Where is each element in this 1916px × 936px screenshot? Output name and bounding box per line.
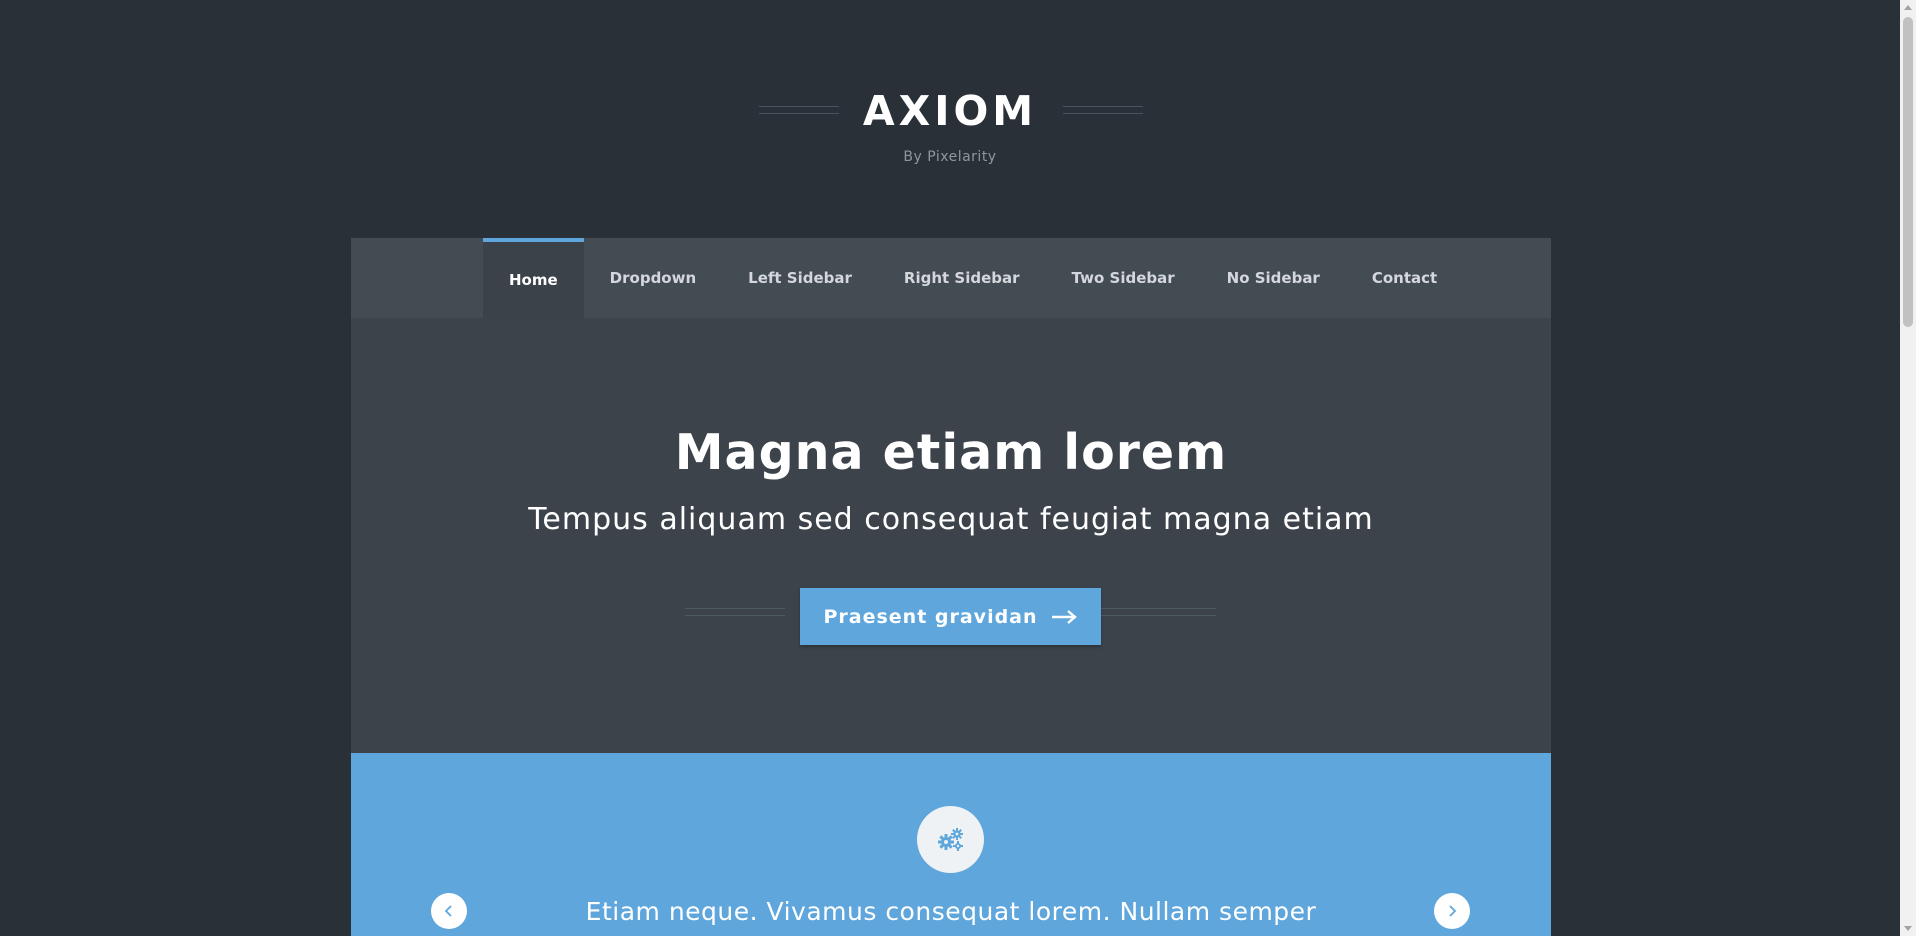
hero-left-rule (685, 608, 785, 616)
nav-item-left-sidebar[interactable]: Left Sidebar (722, 238, 878, 318)
gears-icon (937, 827, 963, 851)
hero-title: Magna etiam lorem (674, 424, 1228, 481)
chevron-right-icon (1449, 905, 1457, 917)
nav-item-two-sidebar[interactable]: Two Sidebar (1046, 238, 1201, 318)
logo-left-rule (758, 106, 839, 114)
page-scrollbar[interactable] (1900, 0, 1916, 936)
hero-subtitle: Tempus aliquam sed consequat feugiat mag… (528, 502, 1374, 537)
feature-carousel: Etiam neque. Vivamus consequat lorem. Nu… (351, 753, 1551, 936)
site-tagline: By Pixelarity (903, 149, 997, 165)
site-logo[interactable]: AXIOM (758, 86, 1144, 136)
cta-label: Praesent gravidan (823, 605, 1038, 628)
scroll-up-icon[interactable] (1904, 5, 1912, 10)
site-header: AXIOM By Pixelarity (0, 0, 1900, 238)
hero-cta-button[interactable]: Praesent gravidan (800, 588, 1101, 645)
scroll-down-icon[interactable] (1904, 926, 1912, 931)
feature-icon-badge (917, 806, 984, 873)
site-title[interactable]: AXIOM (863, 87, 1037, 135)
nav-items: Home Dropdown Left Sidebar Right Sidebar… (483, 238, 1463, 318)
arrow-right-icon (1051, 609, 1077, 624)
nav-item-dropdown[interactable]: Dropdown (584, 238, 722, 318)
main-nav: Home Dropdown Left Sidebar Right Sidebar… (351, 238, 1551, 318)
nav-item-right-sidebar[interactable]: Right Sidebar (878, 238, 1046, 318)
nav-item-no-sidebar[interactable]: No Sidebar (1201, 238, 1346, 318)
logo-wrap: AXIOM (0, 86, 1900, 136)
feature-text: Etiam neque. Vivamus consequat lorem. Nu… (585, 897, 1317, 926)
carousel-next-button[interactable] (1434, 893, 1470, 929)
logo-right-rule (1063, 106, 1144, 114)
hero-right-rule (1101, 608, 1216, 616)
scroll-thumb[interactable] (1903, 17, 1913, 327)
hero-banner: Magna etiam lorem Tempus aliquam sed con… (351, 318, 1551, 753)
nav-item-home[interactable]: Home (483, 238, 584, 318)
nav-item-contact[interactable]: Contact (1346, 238, 1463, 318)
